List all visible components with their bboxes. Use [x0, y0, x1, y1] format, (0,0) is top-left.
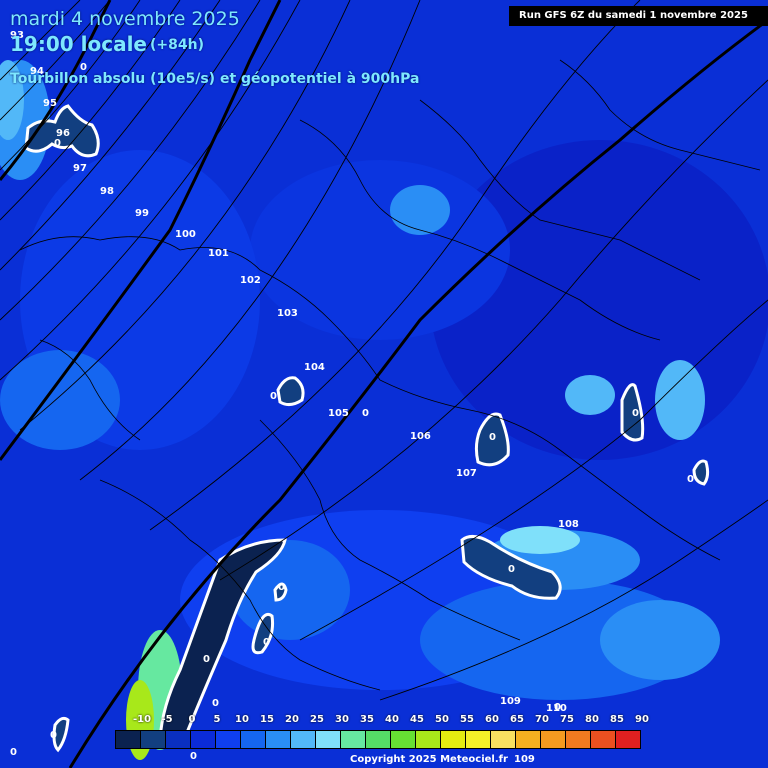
iso-label-108: 108	[558, 519, 579, 530]
run-info-bar: Run GFS 6Z du samedi 1 novembre 2025	[509, 6, 768, 26]
legend-swatch	[240, 730, 266, 749]
iso-label-109b: 109	[514, 754, 535, 765]
iso-label-102: 102	[240, 275, 261, 286]
legend-swatch	[265, 730, 291, 749]
legend-swatch	[540, 730, 566, 749]
zero-label: 0	[263, 637, 270, 648]
zero-label: 0	[190, 751, 197, 762]
legend-label: 10	[235, 714, 249, 725]
legend-swatch	[315, 730, 341, 749]
legend-label: 50	[435, 714, 449, 725]
legend-swatch	[365, 730, 391, 749]
legend-label: 55	[460, 714, 474, 725]
legend-label: 75	[560, 714, 574, 725]
iso-label-98: 98	[100, 186, 114, 197]
legend-swatch	[465, 730, 491, 749]
legend-swatch	[440, 730, 466, 749]
iso-label-104: 104	[304, 362, 325, 373]
zero-label: 0	[278, 582, 285, 593]
forecast-date: mardi 4 novembre 2025	[10, 8, 240, 30]
iso-label-95: 95	[43, 98, 57, 109]
legend-label: 65	[510, 714, 524, 725]
legend-label: 35	[360, 714, 374, 725]
zero-label: 0	[554, 702, 561, 713]
zero-label: 0	[203, 654, 210, 665]
iso-label-107: 107	[456, 468, 477, 479]
forecast-time: 19:00 locale	[10, 32, 147, 56]
legend-label: -5	[161, 714, 173, 725]
legend-swatch	[215, 730, 241, 749]
iso-label-109: 109	[500, 696, 521, 707]
legend-swatch	[115, 730, 141, 749]
iso-label-101: 101	[208, 248, 229, 259]
zero-label: 0	[687, 474, 694, 485]
legend-swatch	[565, 730, 591, 749]
legend-swatch	[190, 730, 216, 749]
legend-label: 30	[335, 714, 349, 725]
forecast-lead-time: (+84h)	[150, 37, 204, 53]
zero-label: 0	[54, 138, 61, 149]
iso-label-99: 99	[135, 208, 149, 219]
legend-label: 45	[410, 714, 424, 725]
legend-swatch	[515, 730, 541, 749]
legend-swatch	[590, 730, 616, 749]
iso-label-97: 97	[73, 163, 87, 174]
zero-label: 0	[362, 408, 369, 419]
legend-label: 80	[585, 714, 599, 725]
legend-swatch	[140, 730, 166, 749]
legend-swatch	[165, 730, 191, 749]
legend-label: 70	[535, 714, 549, 725]
map-title: Tourbillon absolu (10e5/s) et géopotenti…	[10, 71, 420, 87]
legend-label: 15	[260, 714, 274, 725]
legend-swatch	[390, 730, 416, 749]
legend-label: 40	[385, 714, 399, 725]
legend-label: 25	[310, 714, 324, 725]
zero-label: 0	[489, 432, 496, 443]
legend-label: 90	[635, 714, 649, 725]
zero-label: 0	[212, 698, 219, 709]
iso-label-105: 105	[328, 408, 349, 419]
iso-label-106: 106	[410, 431, 431, 442]
legend-swatch	[340, 730, 366, 749]
legend-label: 60	[485, 714, 499, 725]
zero-label: 0	[632, 408, 639, 419]
vorticity-map: 93 94 95 96 97 98 99 100 101 102 103 104…	[0, 0, 768, 768]
zero-label: 0	[508, 564, 515, 575]
legend-label: -10	[132, 714, 152, 725]
zero-label: 0	[10, 747, 17, 758]
zero-label: 0	[50, 730, 57, 741]
copyright: Copyright 2025 Meteociel.fr	[350, 754, 508, 765]
legend-swatch	[615, 730, 641, 749]
iso-label-100: 100	[175, 229, 196, 240]
zero-label: 0	[270, 391, 277, 402]
iso-label-103: 103	[277, 308, 298, 319]
color-legend: -10 -5 0 5 10 15 20 25 30 35 40 45 50 55 60 65 70 75 80 85 9…	[115, 714, 649, 750]
legend-label: 5	[213, 714, 221, 725]
legend-swatch	[490, 730, 516, 749]
legend-label: 0	[188, 714, 196, 725]
legend-swatch	[415, 730, 441, 749]
legend-label: 85	[610, 714, 624, 725]
legend-label: 20	[285, 714, 299, 725]
legend-swatch	[290, 730, 316, 749]
